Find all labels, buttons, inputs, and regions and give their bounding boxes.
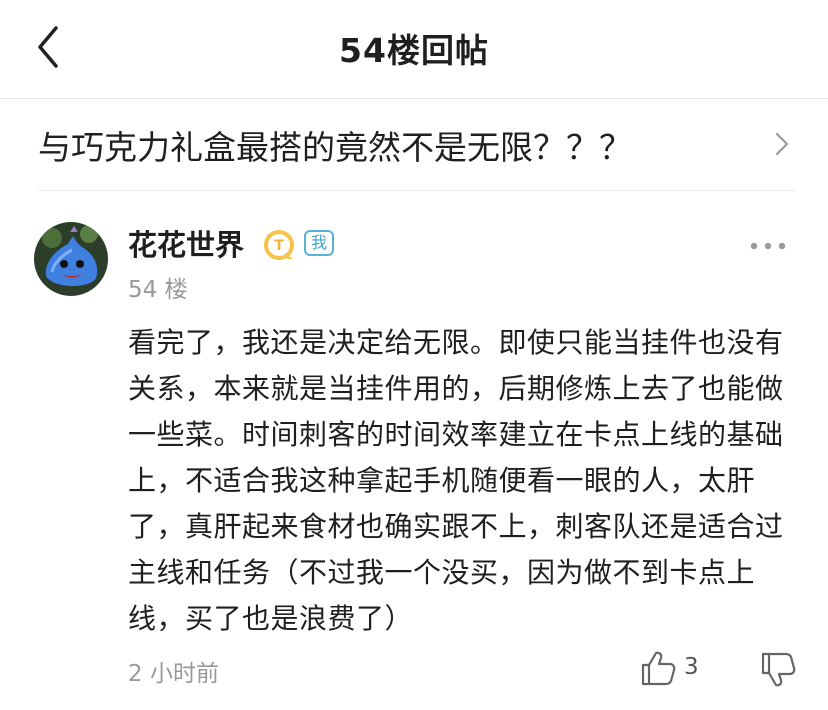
thumbs-down-icon xyxy=(761,652,796,687)
more-dots-icon xyxy=(750,242,786,250)
me-badge: 我 xyxy=(304,230,334,256)
post-time: 2 小时前 xyxy=(128,661,219,687)
username[interactable]: 花花世界 xyxy=(128,222,244,264)
svg-text:T: T xyxy=(274,238,284,254)
post-reply-page: 54楼回帖 与巧克力礼盒最搭的竟然不是无限？？？ 花花世界 T 我 54 楼 看… xyxy=(0,0,828,710)
slime-avatar-icon xyxy=(34,222,108,296)
nav-header: 54楼回帖 xyxy=(0,0,828,99)
like-count: 3 xyxy=(684,654,699,680)
page-title: 54楼回帖 xyxy=(339,31,489,70)
more-button[interactable] xyxy=(748,234,788,258)
level-t-badge-icon: T xyxy=(263,229,295,261)
chevron-right-icon xyxy=(775,132,789,156)
post-content: 看完了，我还是决定给无限。即使只能当挂件也没有关系，本来就是当挂件用的，后期修炼… xyxy=(128,326,784,635)
floor-number: 54 楼 xyxy=(128,277,188,303)
dislike-button[interactable] xyxy=(758,650,798,690)
thumbs-up-icon xyxy=(641,651,676,686)
thread-title: 与巧克力礼盒最搭的竟然不是无限？？？ xyxy=(38,128,632,167)
divider xyxy=(38,190,796,191)
thread-title-link[interactable]: 与巧克力礼盒最搭的竟然不是无限？？？ xyxy=(0,99,828,191)
like-button[interactable] xyxy=(638,648,678,688)
avatar[interactable] xyxy=(34,222,108,296)
